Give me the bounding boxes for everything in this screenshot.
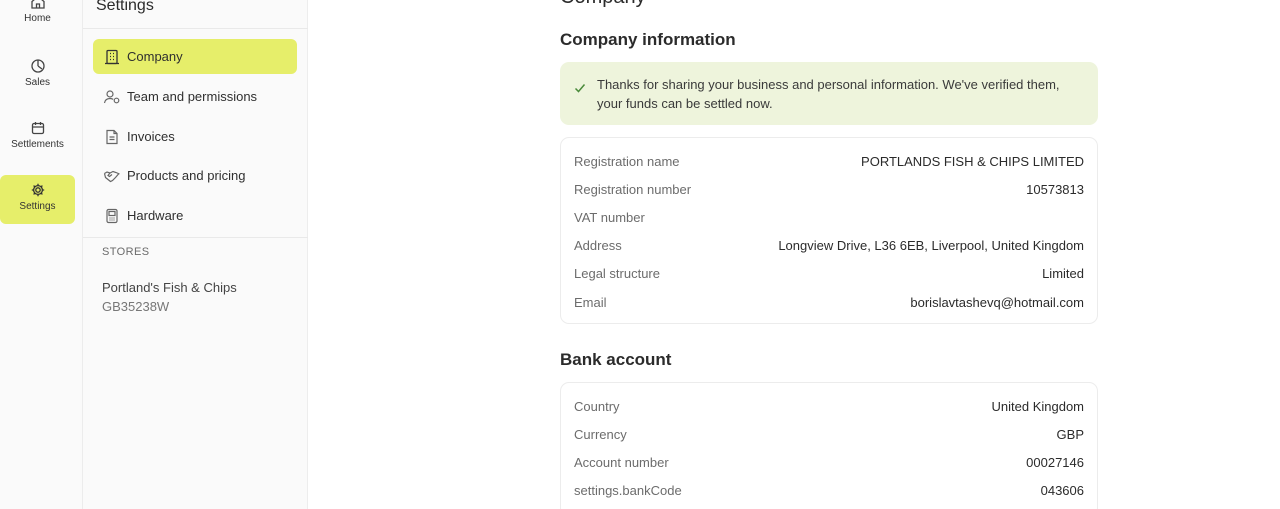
info-row: Address Longview Drive, L36 6EB, Liverpo… [574, 235, 1084, 255]
sidebar-item-company[interactable]: Company [93, 39, 297, 74]
sidebar-item-label: Invoices [127, 129, 175, 144]
verification-banner: Thanks for sharing your business and per… [560, 62, 1098, 125]
bank-account-card: Country United Kingdom Currency GBP Acco… [560, 382, 1098, 509]
row-label: Legal structure [574, 265, 660, 281]
row-label: Address [574, 237, 622, 253]
main-content: Company Company information Thanks for s… [309, 0, 1280, 509]
gear-icon [31, 183, 44, 197]
settings-sidebar: Settings Company Team and permissions In… [83, 0, 308, 509]
rail-item-sales[interactable]: Sales [0, 56, 75, 105]
row-label: Email [574, 294, 607, 310]
sidebar-item-invoices[interactable]: Invoices [93, 119, 297, 154]
info-row: Legal structure Limited [574, 263, 1084, 283]
info-row: Account number 00027146 [574, 452, 1084, 472]
company-information-title: Company information [560, 30, 736, 49]
row-label: settings.bankCode [574, 482, 682, 498]
row-label: VAT number [574, 209, 645, 225]
calendar-icon [31, 122, 44, 135]
sidebar-item-hardware[interactable]: Hardware [93, 198, 297, 233]
row-label: Country [574, 398, 620, 414]
stores-heading: STORES [102, 246, 150, 258]
row-value: PORTLANDS FISH & CHIPS LIMITED [861, 153, 1084, 169]
row-value: Limited [1042, 265, 1084, 281]
info-row: Country United Kingdom [574, 396, 1084, 416]
banner-text: Thanks for sharing your business and per… [597, 77, 1060, 111]
info-row: Email borislavtashevq@hotmail.com [574, 292, 1084, 312]
divider [83, 28, 308, 29]
row-value: 10573813 [1026, 181, 1084, 197]
row-label: Registration name [574, 153, 680, 169]
sidebar-item-label: Team and permissions [127, 89, 258, 104]
document-icon [106, 129, 118, 144]
handshake-icon [103, 170, 120, 182]
rail-item-settings[interactable]: Settings [0, 175, 75, 224]
info-row: Registration number 10573813 [574, 179, 1084, 199]
company-info-card: Registration name PORTLANDS FISH & CHIPS… [560, 137, 1098, 324]
users-icon [103, 89, 120, 103]
info-row: VAT number [574, 207, 1084, 227]
rail-item-label: Settlements [11, 139, 64, 150]
clock-icon [30, 59, 45, 73]
row-value: borislavtashevq@hotmail.com [910, 294, 1084, 310]
rail-item-label: Settings [19, 201, 56, 212]
row-value: 043606 [1040, 482, 1084, 498]
info-row: settings.bankCode 043606 [574, 480, 1084, 500]
rail-item-label: Sales [24, 77, 50, 88]
check-icon [574, 84, 586, 93]
row-label: Currency [574, 426, 627, 442]
rail-item-label: Home [24, 13, 51, 24]
sidebar-item-products[interactable]: Products and pricing [93, 158, 297, 193]
sidebar-title: Settings [96, 0, 154, 14]
rail-item-settlements[interactable]: Settlements [0, 118, 75, 167]
main-nav-rail: Home Sales Settlements Settings [0, 0, 83, 509]
device-icon [106, 208, 118, 223]
row-value: United Kingdom [991, 398, 1085, 414]
store-name[interactable]: Portland's Fish & Chips [102, 280, 237, 295]
app-window: Home Sales Settlements Settings Settings… [0, 0, 1280, 509]
row-value: 00027146 [1026, 454, 1084, 470]
info-row: Registration name PORTLANDS FISH & CHIPS… [574, 151, 1084, 171]
sidebar-item-team[interactable]: Team and permissions [93, 79, 297, 114]
sidebar-item-label: Company [127, 49, 183, 64]
page-title: Company [560, 0, 646, 9]
building-icon [105, 49, 119, 64]
info-row: Currency GBP [574, 424, 1084, 444]
divider [83, 237, 308, 238]
row-label: Registration number [574, 181, 692, 197]
bank-account-title: Bank account [560, 350, 672, 369]
sidebar-item-label: Products and pricing [127, 168, 246, 183]
sidebar-item-label: Hardware [127, 208, 184, 223]
rail-item-home[interactable]: Home [0, 0, 75, 39]
row-value: GBP [1056, 426, 1084, 442]
store-id: GB35238W [102, 299, 170, 314]
home-icon [30, 0, 45, 9]
row-value: Longview Drive, L36 6EB, Liverpool, Unit… [778, 237, 1084, 253]
row-label: Account number [574, 454, 669, 470]
